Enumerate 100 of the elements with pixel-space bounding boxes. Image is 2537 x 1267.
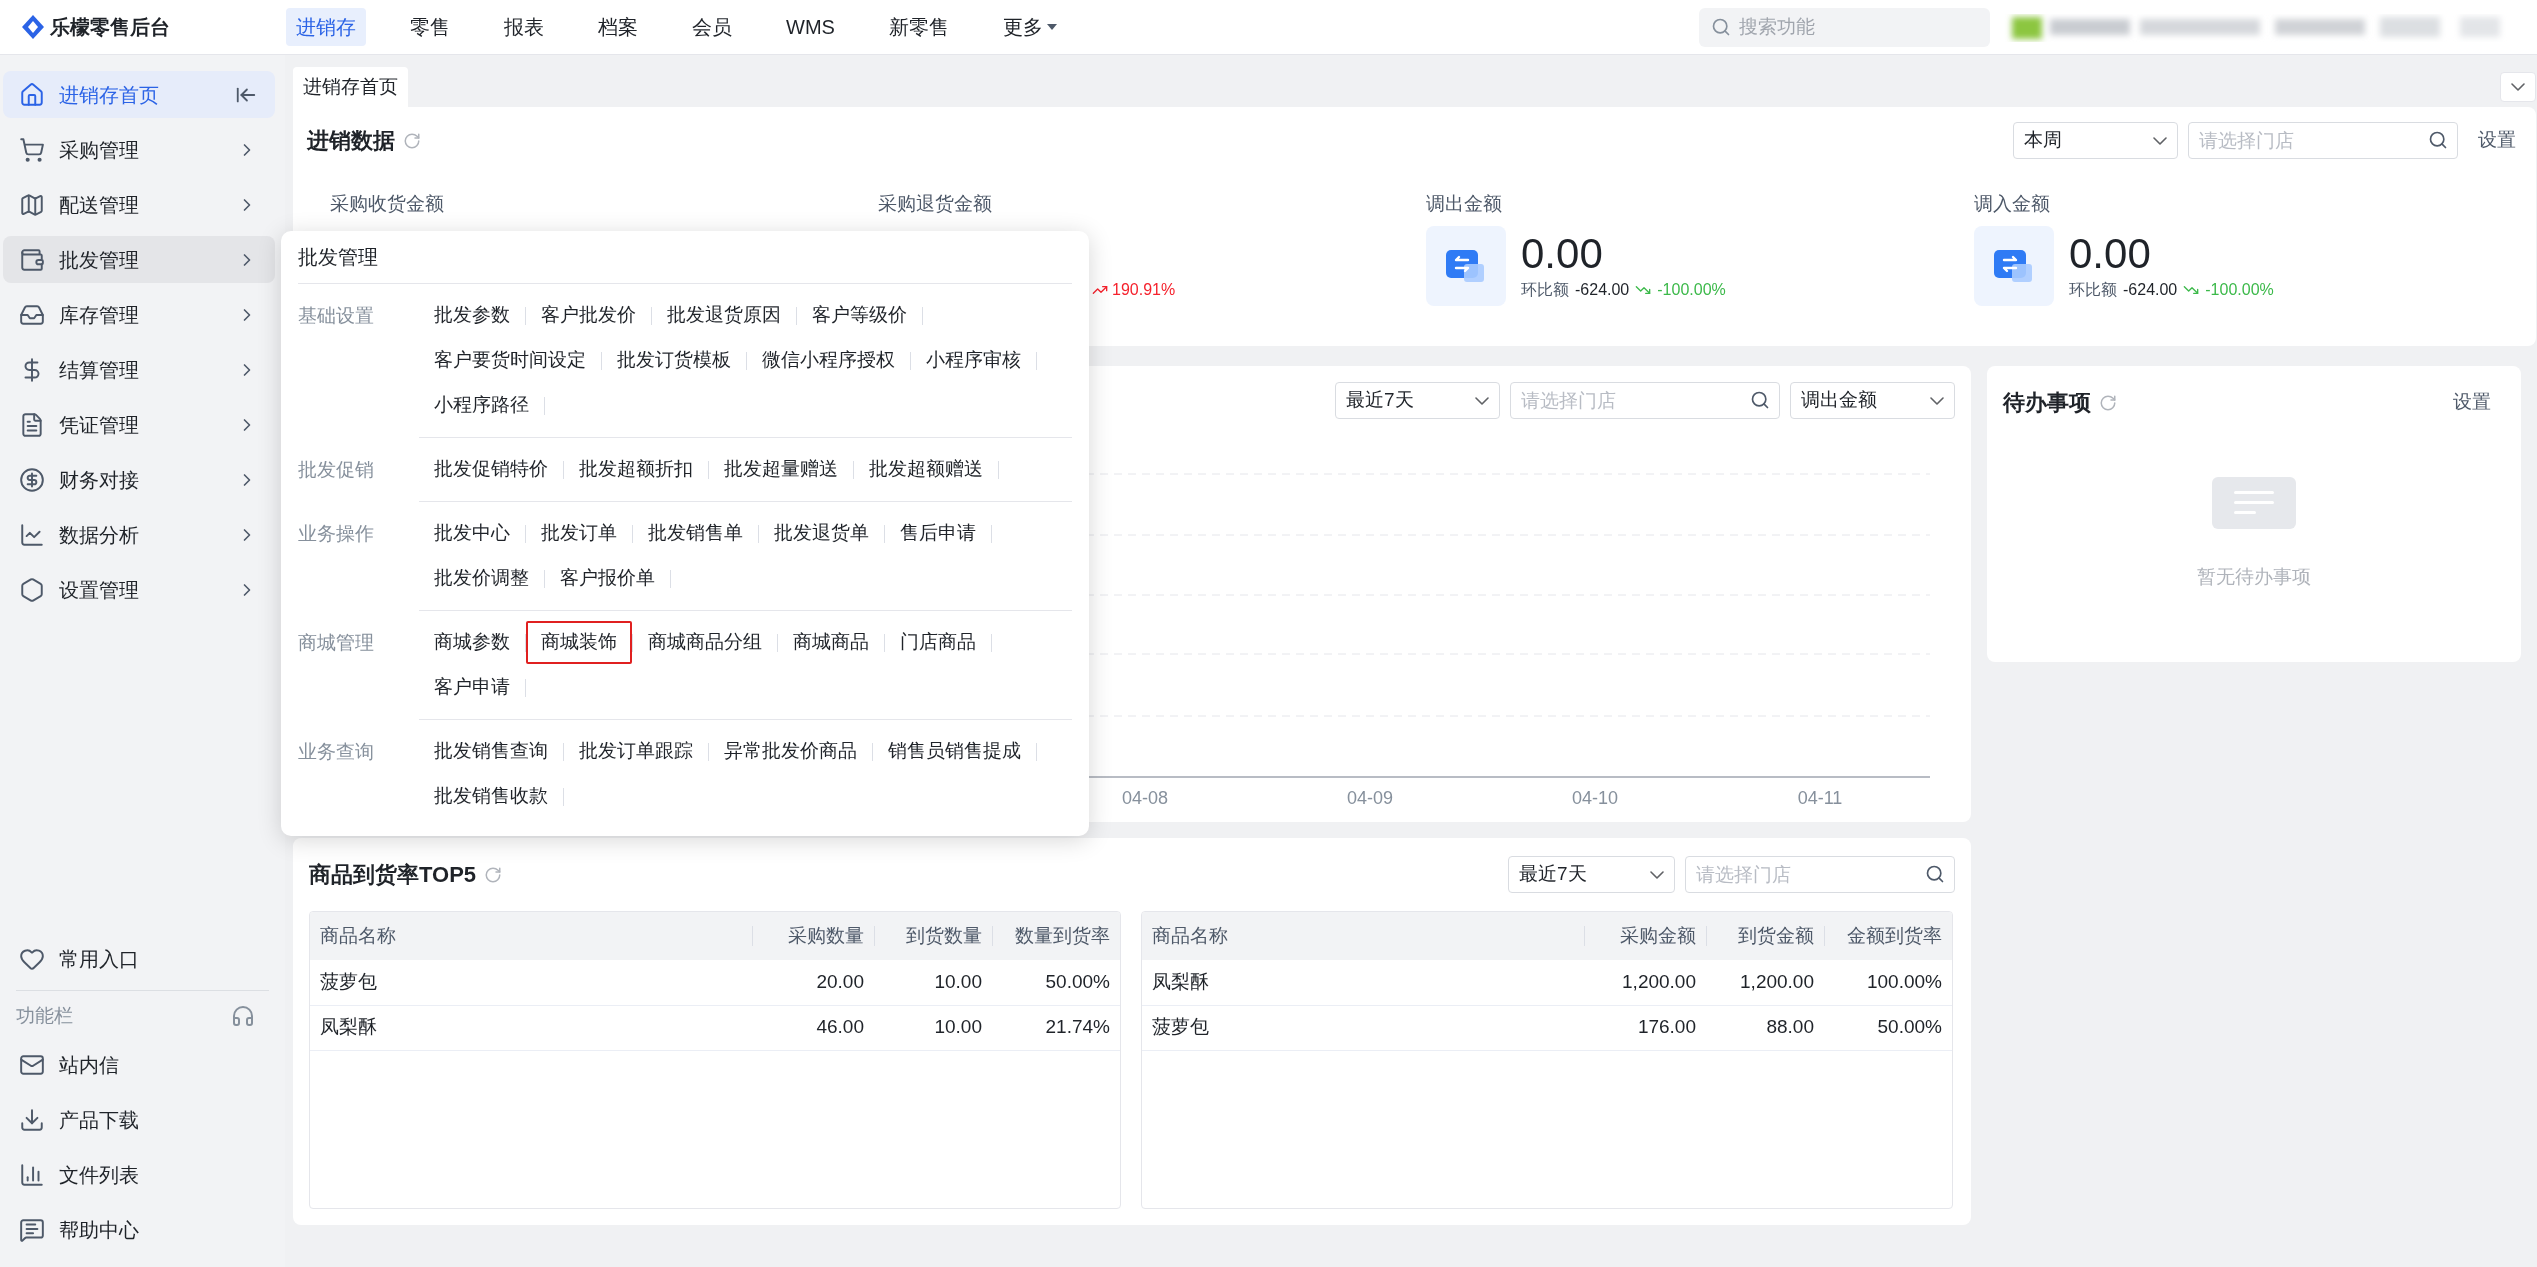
- sidebar-item[interactable]: 库存管理: [3, 291, 275, 338]
- search-icon: [2428, 130, 2448, 150]
- menu-link[interactable]: 销售员销售提成: [873, 730, 1036, 773]
- sidebar-item[interactable]: 常用入口: [3, 935, 275, 982]
- nav-tab[interactable]: 进销存: [286, 8, 366, 46]
- metric-label: 采购退货金额: [878, 192, 993, 216]
- menu-link[interactable]: 客户批发价: [526, 294, 651, 337]
- caret-icon: [1046, 24, 1057, 30]
- menu-link[interactable]: 批发订单跟踪: [564, 730, 708, 773]
- group-label: 批发促销: [298, 458, 375, 482]
- nav-tab[interactable]: 报表: [494, 8, 554, 46]
- table-cell: 1,200.00: [1584, 960, 1706, 1005]
- menu-link[interactable]: 批发超额赠送: [854, 448, 998, 491]
- change-percent: -100.00%: [2205, 280, 2274, 300]
- nav-tab[interactable]: 更多: [992, 8, 1067, 46]
- menu-link[interactable]: 批发价调整: [419, 557, 544, 600]
- settings-link[interactable]: 设置: [2453, 388, 2491, 417]
- menu-link[interactable]: 批发超额折扣: [564, 448, 708, 491]
- sidebar-item[interactable]: 结算管理: [3, 346, 275, 393]
- table-cell: 凤梨酥: [310, 1005, 752, 1050]
- sidebar-item[interactable]: 配送管理: [3, 181, 275, 228]
- menu-link[interactable]: 批发超量赠送: [709, 448, 853, 491]
- menu-link[interactable]: 商城商品: [778, 621, 884, 664]
- sidebar-item[interactable]: 采购管理: [3, 126, 275, 173]
- store-search-field[interactable]: 请选择门店: [1510, 382, 1780, 419]
- store-search-field[interactable]: 请选择门店: [2188, 122, 2458, 159]
- table-cell: 88.00: [1706, 1005, 1824, 1050]
- sidebar-item[interactable]: 批发管理: [3, 236, 275, 283]
- change-percent: 190.91%: [1112, 280, 1176, 300]
- search-icon: [1925, 864, 1945, 884]
- settings-link[interactable]: 设置: [2478, 126, 2516, 155]
- period-select[interactable]: 最近7天: [1508, 856, 1675, 893]
- refresh-icon[interactable]: [403, 131, 421, 150]
- menu-link[interactable]: 批发退货原因: [652, 294, 796, 337]
- sidebar-item[interactable]: 财务对接: [3, 456, 275, 503]
- menu-link[interactable]: 批发促销特价: [419, 448, 563, 491]
- menu-link[interactable]: 批发退货单: [759, 512, 884, 555]
- menu-link[interactable]: 小程序审核: [911, 339, 1036, 382]
- sidebar-item[interactable]: 凭证管理: [3, 401, 275, 448]
- menu-link[interactable]: 门店商品: [885, 621, 991, 664]
- menu-link[interactable]: 客户报价单: [545, 557, 670, 600]
- menu-link[interactable]: 批发销售收款: [419, 775, 563, 818]
- panel-title: 待办事项: [2003, 389, 2091, 417]
- search-input[interactable]: 搜索功能: [1739, 12, 1978, 42]
- tabs-menu-button[interactable]: [2500, 72, 2536, 102]
- menu-link[interactable]: 批发中心: [419, 512, 525, 555]
- menu-link[interactable]: 批发参数: [419, 294, 525, 337]
- menu-link[interactable]: 商城商品分组: [633, 621, 777, 664]
- refresh-icon[interactable]: [484, 865, 503, 884]
- column-header: 商品名称: [1142, 912, 1584, 960]
- chevron-down-icon: [1475, 396, 1489, 405]
- sidebar-item[interactable]: 站内信: [3, 1041, 275, 1088]
- chevron-down-icon: [2511, 83, 2525, 91]
- change-label: 环比额: [1521, 280, 1569, 300]
- menu-link[interactable]: 售后申请: [885, 512, 991, 555]
- metric-value: 0.00: [2069, 230, 2152, 278]
- sidebar-item[interactable]: 设置管理: [3, 566, 275, 613]
- sidebar-item[interactable]: 进销存首页: [3, 71, 275, 118]
- table-cell: 46.00: [752, 1005, 874, 1050]
- metric-select[interactable]: 调出金额: [1790, 382, 1955, 419]
- period-select[interactable]: 最近7天: [1335, 382, 1500, 419]
- search-field[interactable]: 搜索功能: [1699, 7, 1990, 47]
- headset-icon[interactable]: [231, 1004, 255, 1028]
- change-percent: -100.00%: [1657, 280, 1726, 300]
- column-header: 采购数量: [752, 912, 874, 960]
- nav-tab[interactable]: 新零售: [878, 8, 959, 46]
- sidebar-item[interactable]: 帮助中心: [3, 1206, 275, 1253]
- period-select[interactable]: 本周: [2013, 122, 2178, 159]
- metric-label: 调出金额: [1426, 192, 1503, 216]
- nav-tab[interactable]: 会员: [682, 8, 742, 46]
- chevron-down-icon: [1650, 870, 1664, 879]
- nav-tab[interactable]: WMS: [776, 8, 845, 46]
- menu-link[interactable]: 客户要货时间设定: [419, 339, 601, 382]
- menu-link[interactable]: 异常批发价商品: [709, 730, 872, 773]
- nav-tab[interactable]: 零售: [400, 8, 460, 46]
- menu-link[interactable]: 客户申请: [419, 666, 525, 709]
- menu-link[interactable]: 批发订单: [526, 512, 632, 555]
- menu-link[interactable]: 批发销售单: [633, 512, 758, 555]
- group-label: 业务操作: [298, 522, 375, 546]
- sidebar-item[interactable]: 文件列表: [3, 1151, 275, 1198]
- table-cell: 100.00%: [1824, 960, 1952, 1005]
- menu-link[interactable]: 微信小程序授权: [747, 339, 910, 382]
- sidebar-item[interactable]: 数据分析: [3, 511, 275, 558]
- nav-tab[interactable]: 档案: [588, 8, 648, 46]
- change-amount: -624.00: [1575, 280, 1630, 300]
- table-cell: 1,200.00: [1706, 960, 1824, 1005]
- sidebar-item[interactable]: 产品下载: [3, 1096, 275, 1143]
- table-cell: 凤梨酥: [1142, 960, 1584, 1005]
- menu-link[interactable]: 批发销售查询: [419, 730, 563, 773]
- menu-link[interactable]: 批发订货模板: [602, 339, 746, 382]
- menu-link[interactable]: 客户等级价: [797, 294, 922, 337]
- page-tab[interactable]: 进销存首页: [293, 67, 408, 107]
- message-icon: [19, 1216, 45, 1243]
- menu-link[interactable]: 商城参数: [419, 621, 525, 664]
- table-cell: 菠萝包: [1142, 1005, 1584, 1050]
- wallet-icon: [19, 246, 45, 273]
- refresh-icon[interactable]: [2099, 393, 2117, 412]
- store-search-field[interactable]: 请选择门店: [1685, 856, 1955, 893]
- menu-link[interactable]: 商城装饰: [526, 621, 632, 664]
- menu-link[interactable]: 小程序路径: [419, 384, 544, 427]
